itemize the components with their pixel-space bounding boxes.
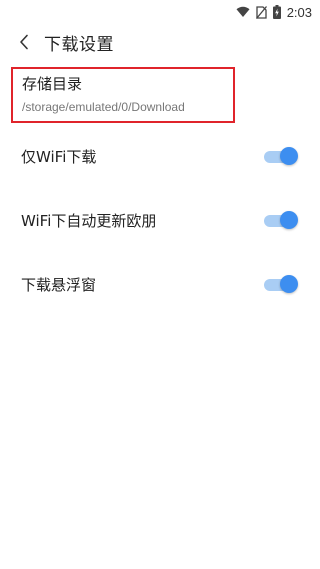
setting-row-wifi-only-download: 仅WiFi下载 [0,136,320,176]
setting-label-download-floating-window: 下载悬浮窗 [21,275,97,294]
back-button[interactable] [6,24,42,60]
no-sim-icon [255,5,267,19]
toggle-download-floating-window[interactable] [264,274,298,294]
chevron-left-icon [20,34,28,50]
status-bar: 2:03 [0,0,320,24]
toggle-thumb [280,275,298,293]
setting-label-wifi-only-download: 仅WiFi下载 [21,147,97,166]
setting-label-wifi-auto-update: WiFi下自动更新欧朋 [21,211,157,230]
wifi-icon [236,6,250,18]
header: 下载设置 [0,24,320,60]
toggle-wifi-auto-update[interactable] [264,210,298,230]
storage-directory-path: /storage/emulated/0/Download [22,100,185,114]
battery-charging-icon [272,5,281,19]
toggle-thumb [280,147,298,165]
page-title: 下载设置 [44,34,114,55]
toggle-wifi-only-download[interactable] [264,146,298,166]
storage-directory-label: 存储目录 [22,75,83,93]
setting-row-wifi-auto-update: WiFi下自动更新欧朋 [0,200,320,240]
toggle-thumb [280,211,298,229]
status-time: 2:03 [286,4,312,20]
setting-row-download-floating-window: 下载悬浮窗 [0,264,320,304]
storage-directory-item[interactable]: 存储目录 /storage/emulated/0/Download [11,67,235,123]
